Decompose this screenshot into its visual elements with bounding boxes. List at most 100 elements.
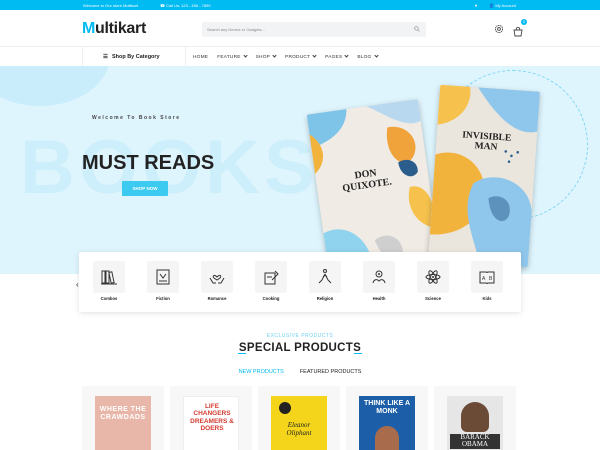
- shop-by-category-button[interactable]: ☰ Shop By Category: [82, 47, 186, 67]
- health-icon: [372, 270, 386, 284]
- category-carousel: Combos Fiction Romance Cooking Religion …: [79, 252, 521, 312]
- chevron-down-icon: [312, 52, 317, 58]
- search-input[interactable]: Search any Device or Gadgets...: [202, 22, 426, 37]
- decor-circle: [0, 66, 110, 106]
- nav-shop[interactable]: SHOP: [256, 52, 277, 60]
- wishlist-heart-icon[interactable]: ♥: [475, 3, 477, 8]
- category-icon-box: [309, 261, 341, 293]
- welcome-text: Welcome to Our store Multikart: [83, 3, 139, 8]
- settings-gear-icon[interactable]: [494, 24, 504, 34]
- cover-face: [375, 426, 399, 450]
- product-cover-image: Eleanor Oliphant: [271, 396, 327, 450]
- nav-blog[interactable]: BLOG: [357, 52, 379, 60]
- category-label: Fiction: [156, 296, 170, 301]
- product-cover-image: LIFE CHANGERS DREAMERS & DOERS: [183, 396, 239, 450]
- chevron-down-icon: [243, 52, 248, 58]
- chevron-down-icon: [373, 52, 379, 58]
- main-nav: ☰ Shop By Category HOME FEATURE SHOP PRO…: [0, 46, 600, 67]
- category-icon-box: [255, 261, 287, 293]
- cover-title: BARACK OBAMA: [450, 433, 500, 449]
- category-health[interactable]: Health: [359, 261, 399, 301]
- open-book-icon: [156, 269, 170, 285]
- atom-icon: [425, 270, 441, 284]
- topbar-right: ♥ 👤 My Account: [475, 3, 516, 8]
- section-eyebrow: EXCLUSIVE PRODUCTS: [266, 333, 334, 339]
- chevron-down-icon: [344, 52, 349, 58]
- cover-badge: [279, 402, 291, 414]
- category-romance[interactable]: Romance: [197, 261, 237, 301]
- product-cover-image: WHERE THE CRAWDADS: [95, 396, 151, 450]
- category-cooking[interactable]: Cooking: [251, 261, 291, 301]
- category-label: Combos: [100, 296, 118, 301]
- category-kids[interactable]: AB Kids: [467, 261, 507, 301]
- hero-banner: BOOKS Welcome To Book Store MUST READS S…: [0, 66, 600, 274]
- product-card[interactable]: WHERE THE CRAWDADS: [82, 386, 164, 450]
- logo-rest: ultikart: [95, 20, 146, 37]
- product-cover-image: THINK LIKE A MONK: [359, 396, 415, 450]
- category-label: Cooking: [262, 296, 280, 301]
- product-cover-image: BARACK OBAMA: [447, 396, 503, 450]
- nav-links: HOME FEATURE SHOP PRODUCT PAGES BLOG: [193, 47, 379, 67]
- cover-title: WHERE THE CRAWDADS: [99, 406, 147, 422]
- books-icon: [101, 270, 117, 285]
- header-icons: 0: [494, 19, 527, 37]
- heart-hands-icon: [209, 274, 225, 284]
- category-icon-box: [363, 261, 395, 293]
- cover-portrait: [461, 402, 489, 432]
- multikart-logo[interactable]: Multikart: [82, 20, 146, 38]
- hero-welcome: Welcome To Book Store: [92, 115, 181, 121]
- product-card[interactable]: LIFE CHANGERS DREAMERS & DOERS: [170, 386, 252, 450]
- nav-pages[interactable]: PAGES: [325, 52, 349, 60]
- product-card[interactable]: BARACK OBAMA: [434, 386, 516, 450]
- abc-book-icon: AB: [479, 271, 495, 285]
- hero-headline: MUST READS: [82, 152, 215, 174]
- top-bar: Welcome to Our store Multikart ☎ Call Us…: [0, 0, 600, 10]
- cart-icon: [513, 26, 523, 37]
- book2-title: INVISIBLE MAN: [461, 130, 512, 154]
- category-religion[interactable]: Religion: [305, 261, 345, 301]
- category-icon-box: [201, 261, 233, 293]
- category-label: Romance: [207, 296, 227, 301]
- category-fiction[interactable]: Fiction: [143, 261, 183, 301]
- tab-featured-products[interactable]: FEATURED PRODUCTS: [300, 369, 362, 375]
- nav-feature[interactable]: FEATURE: [217, 52, 248, 60]
- cart-count-badge: 0: [521, 19, 527, 25]
- category-icon-box: [93, 261, 125, 293]
- category-combos[interactable]: Combos: [89, 261, 129, 301]
- product-tabs: NEW PRODUCTS FEATURED PRODUCTS: [0, 369, 600, 375]
- cookbook-icon: [264, 270, 279, 285]
- category-label: Religion: [316, 296, 334, 301]
- category-icon-box: [417, 261, 449, 293]
- nav-product[interactable]: PRODUCT: [285, 52, 317, 60]
- logo-initial: M: [82, 20, 96, 37]
- category-button-label: Shop By Category: [111, 54, 160, 60]
- book-don-quixote-image: DON QUIXOTE.: [306, 99, 442, 274]
- cover-title: LIFE CHANGERS DREAMERS & DOERS: [190, 403, 234, 433]
- shop-now-button[interactable]: SHOP NOW: [122, 181, 168, 196]
- title-underline: [238, 353, 362, 354]
- product-card[interactable]: Eleanor Oliphant: [258, 386, 340, 450]
- cart-button[interactable]: 0: [513, 19, 527, 37]
- category-label: Science: [425, 296, 441, 301]
- tab-new-products[interactable]: NEW PRODUCTS: [239, 369, 284, 375]
- book-invisible-man-image: INVISIBLE MAN: [427, 84, 541, 268]
- hamburger-icon: ☰: [103, 54, 108, 60]
- svg-text:A: A: [482, 276, 486, 282]
- site-header: Multikart Search any Device or Gadgets..…: [0, 10, 600, 46]
- cover-title: Eleanor Oliphant: [286, 421, 312, 437]
- book-cover-art: [429, 84, 541, 268]
- nav-home[interactable]: HOME: [193, 55, 208, 60]
- phone-text: ☎ Call Us: 123 - 456 - 7890: [160, 3, 211, 8]
- my-account-link[interactable]: 👤 My Account: [489, 3, 516, 8]
- category-science[interactable]: Science: [413, 261, 453, 301]
- cover-title: THINK LIKE A MONK: [363, 400, 411, 415]
- category-icon-box: [147, 261, 179, 293]
- product-card[interactable]: THINK LIKE A MONK: [346, 386, 428, 450]
- category-label: Health: [372, 296, 386, 301]
- chevron-down-icon: [272, 52, 277, 58]
- search-icon[interactable]: [414, 26, 420, 32]
- category-label: Kids: [482, 296, 492, 301]
- svg-text:B: B: [489, 276, 493, 282]
- search-placeholder: Search any Device or Gadgets...: [207, 27, 265, 32]
- prayer-icon: [318, 269, 332, 284]
